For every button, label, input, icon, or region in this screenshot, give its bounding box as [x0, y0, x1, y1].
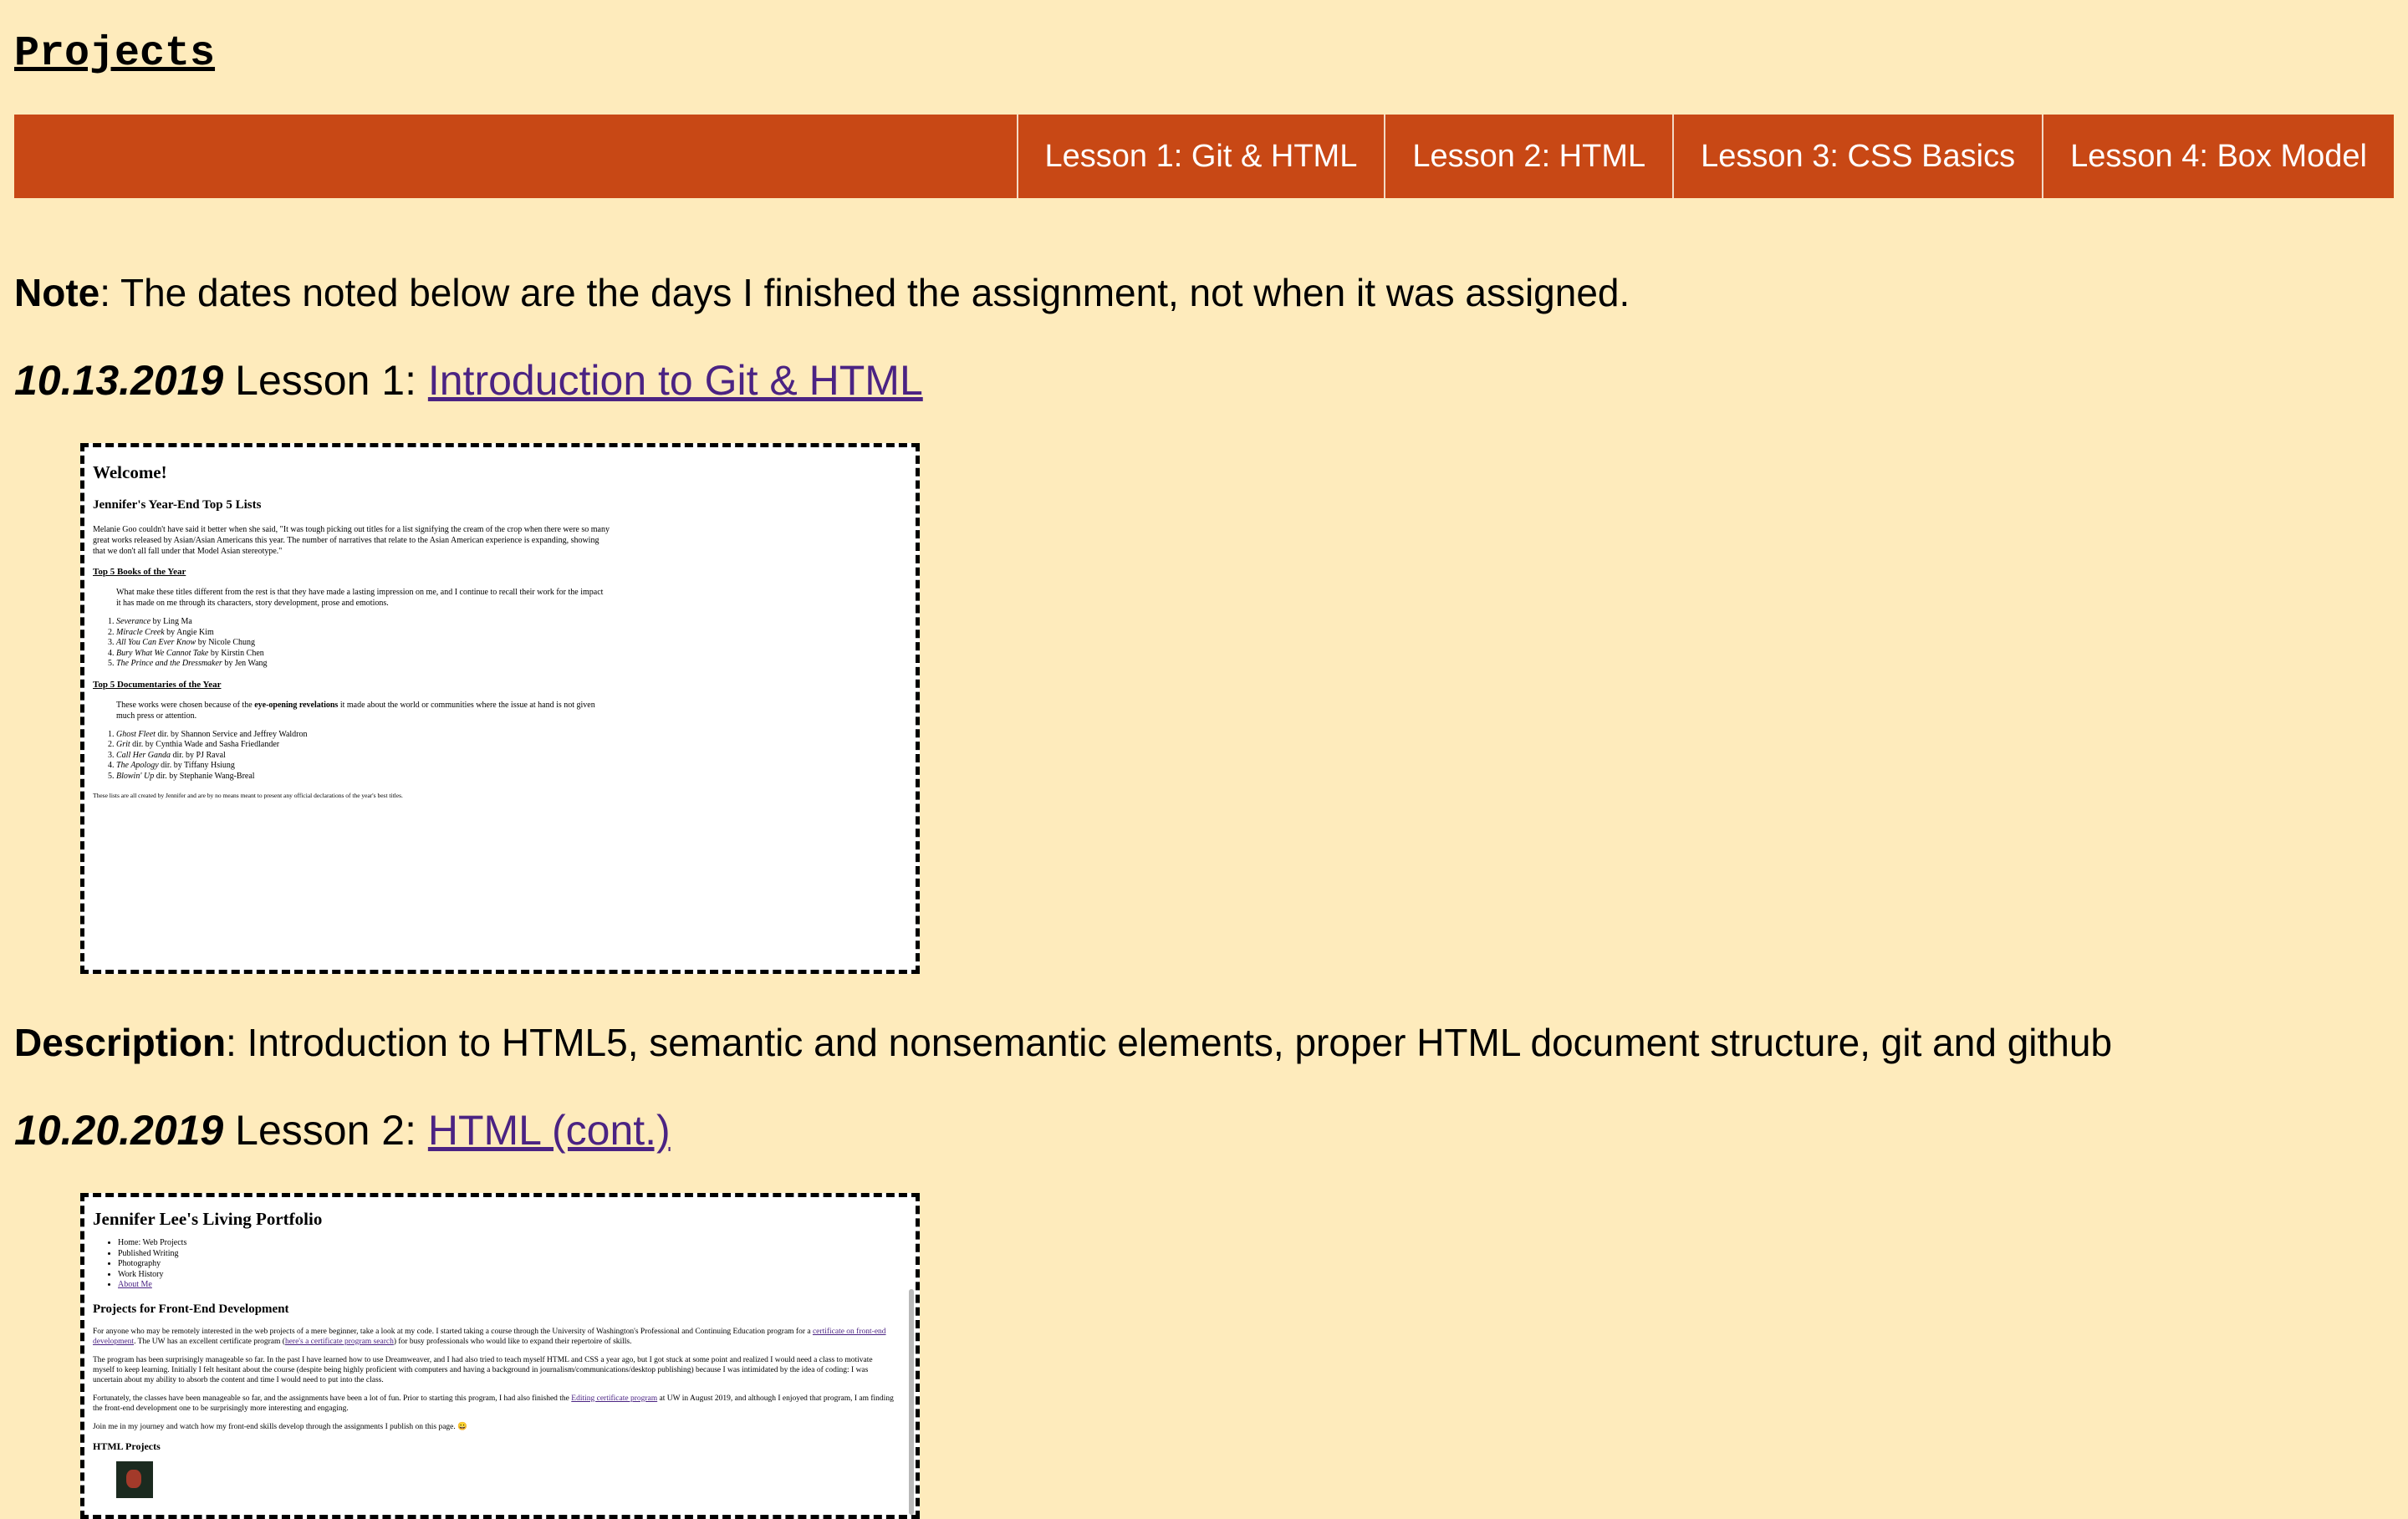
list-item: Published Writing [118, 1249, 907, 1260]
lesson-2-prefix: Lesson 2: [223, 1107, 428, 1154]
preview-heading: Welcome! [93, 462, 167, 482]
preview-footnote: These lists are all created by Jennifer … [93, 792, 403, 799]
list-item: The Prince and the Dressmaker by Jen Wan… [116, 659, 907, 670]
nav-item-lesson-1[interactable]: Lesson 1: Git & HTML [1016, 115, 1385, 198]
nav-item-lesson-2[interactable]: Lesson 2: HTML [1384, 115, 1672, 198]
preview2-nav: Home: Web Projects Published Writing Pho… [93, 1238, 907, 1291]
list-item: Bury What We Cannot Take by Kirstin Chen [116, 649, 907, 660]
note-text: : The dates noted below are the days I f… [99, 271, 1630, 314]
lesson-2-heading: 10.20.2019 Lesson 2: HTML (cont.) [14, 1101, 671, 1160]
page-title: Projects [14, 30, 216, 78]
list-item: Work History [118, 1270, 907, 1281]
preview-docs-title: Top 5 Documentaries of the Year [93, 679, 222, 690]
preview-docs-blurb: These works were chosen because of the e… [116, 700, 595, 721]
preview2-heading: Projects for Front-End Development [93, 1302, 289, 1316]
preview2-title: Jennifer Lee's Living Portfolio [93, 1209, 323, 1229]
preview2-paragraph: For anyone who may be remotely intereste… [93, 1327, 886, 1346]
lesson-1-screenshot: Welcome! Jennifer's Year-End Top 5 Lists… [80, 443, 920, 974]
note-label: Note [14, 271, 100, 314]
lesson-nav-bar: Lesson 1: Git & HTML Lesson 2: HTML Less… [14, 115, 2394, 198]
list-item: About Me [118, 1280, 907, 1291]
list-item: Ghost Fleet dir. by Shannon Service and … [116, 730, 907, 741]
nav-item-lesson-4[interactable]: Lesson 4: Box Model [2042, 115, 2394, 198]
lesson-1-prefix: Lesson 1: [223, 357, 428, 404]
preview-docs-list: Ghost Fleet dir. by Shannon Service and … [93, 730, 907, 782]
preview2-paragraph: Join me in my journey and watch how my f… [93, 1422, 467, 1431]
preview-intro: Melanie Goo couldn't have said it better… [93, 525, 610, 556]
list-item: Grit dir. by Cynthia Wade and Sasha Frie… [116, 740, 907, 751]
lesson-2-screenshot: Jennifer Lee's Living Portfolio Home: We… [80, 1193, 920, 1519]
lesson-1-date: 10.13.2019 [14, 357, 224, 404]
project-thumbnail [116, 1460, 153, 1498]
preview2-scrollbar [909, 1289, 914, 1515]
preview-books-blurb: What make these titles different from th… [116, 588, 604, 608]
list-item: Call Her Ganda dir. by PJ Raval [116, 751, 907, 762]
list-item: Photography [118, 1259, 907, 1270]
nav-item-lesson-3[interactable]: Lesson 3: CSS Basics [1672, 115, 2042, 198]
preview2-paragraph: The program has been surprisingly manage… [93, 1355, 873, 1384]
page: Projects Lesson 1: Git & HTML Lesson 2: … [0, 0, 2408, 1519]
list-item: Home: Web Projects [118, 1238, 907, 1249]
list-item: The Apology dir. by Tiffany Hsiung [116, 761, 907, 772]
preview-subheading: Jennifer's Year-End Top 5 Lists [93, 498, 262, 512]
description-label: Description [14, 1021, 227, 1064]
list-item: Miracle Creek by Angie Kim [116, 628, 907, 639]
lesson-2-date: 10.20.2019 [14, 1107, 224, 1154]
preview-books-list: Severance by Ling Ma Miracle Creek by An… [93, 617, 907, 670]
preview2-paragraph: Fortunately, the classes have been manag… [93, 1394, 894, 1413]
lesson-1-link[interactable]: Introduction to Git & HTML [428, 357, 923, 404]
preview-books-title: Top 5 Books of the Year [93, 567, 186, 577]
note-paragraph: Note: The dates noted below are the days… [14, 266, 1630, 319]
lesson-1-heading: 10.13.2019 Lesson 1: Introduction to Git… [14, 351, 923, 410]
list-item: Blowin' Up dir. by Stephanie Wang-Breal [116, 772, 907, 782]
list-item: Severance by Ling Ma [116, 617, 907, 628]
description-text: : Introduction to HTML5, semantic and no… [226, 1021, 2113, 1064]
preview2-subheading: HTML Projects [93, 1440, 161, 1452]
list-item: All You Can Ever Know by Nicole Chung [116, 638, 907, 649]
lesson-1-description: Description: Introduction to HTML5, sema… [14, 1016, 2112, 1069]
lesson-2-link[interactable]: HTML (cont.) [428, 1107, 671, 1154]
